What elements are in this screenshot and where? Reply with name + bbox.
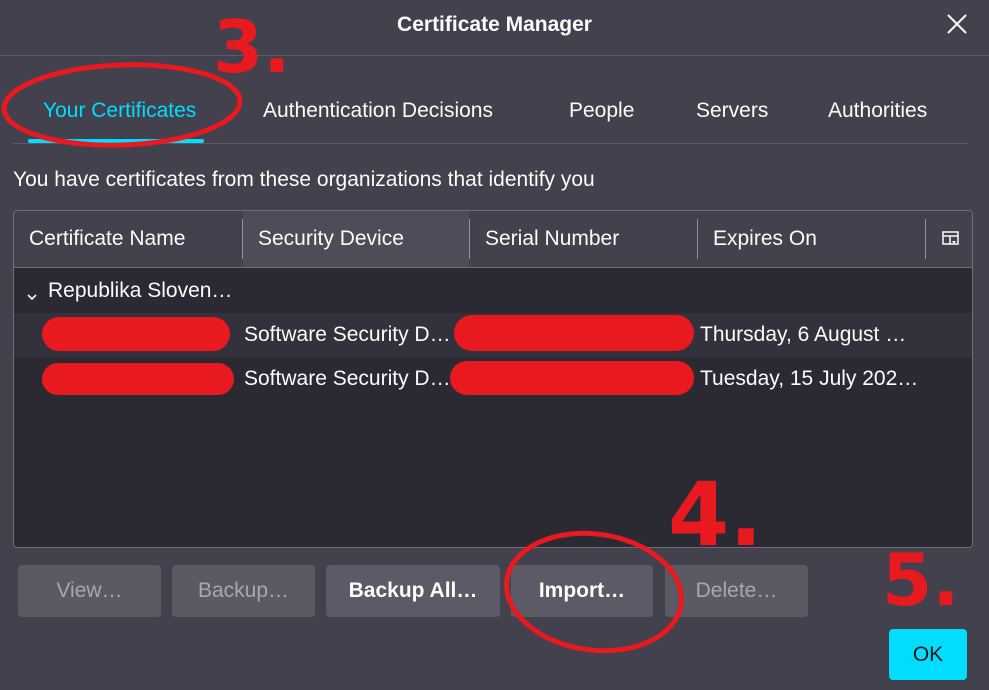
annotation-overlay: 3. 4. 5. [1, 5, 959, 654]
annotation-step-3: 3. [213, 5, 290, 89]
annotation-step-4: 4. [668, 463, 763, 566]
annotation-step-5: 5. [882, 538, 959, 622]
annotation-circle-tab [1, 62, 243, 148]
annotation-circle-import [503, 530, 685, 654]
